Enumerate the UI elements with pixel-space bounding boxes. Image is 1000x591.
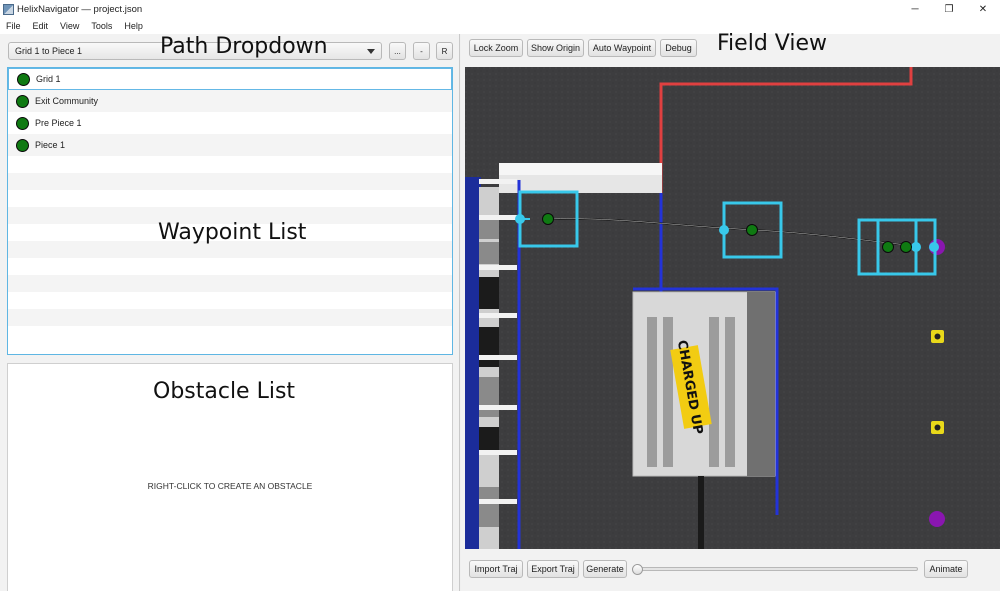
menu-bar: File Edit View Tools Help: [0, 18, 1000, 34]
waypoint-label: Pre Piece 1: [35, 118, 82, 128]
waypoint-list[interactable]: Grid 1 Exit Community Pre Piece 1 Piece …: [7, 67, 453, 355]
charge-station-side: [747, 292, 775, 476]
waypoint-label: Grid 1: [36, 74, 61, 84]
field-canvas[interactable]: CHARGED UP: [465, 67, 1000, 549]
menu-tools[interactable]: Tools: [91, 21, 112, 31]
waypoint-dot-icon: [16, 116, 29, 130]
cone-piece-center: [934, 424, 941, 431]
menu-help[interactable]: Help: [124, 21, 143, 31]
chevron-down-icon: [367, 49, 375, 54]
menu-edit[interactable]: Edit: [33, 21, 49, 31]
empty-row: [8, 275, 452, 292]
grid-slot: [479, 217, 499, 239]
left-pane: Grid 1 to Piece 1 ... - R Path Dropdown …: [0, 34, 460, 591]
obstacle-hint: RIGHT-CLICK TO CREATE AN OBSTACLE: [147, 481, 313, 491]
app-icon: [3, 3, 14, 15]
annotation-field-view: Field View: [717, 31, 827, 56]
maximize-button[interactable]: ❐: [932, 0, 966, 18]
heading-handle[interactable]: [719, 225, 729, 235]
grid-zone: [465, 177, 481, 549]
path-remove-button[interactable]: -: [413, 42, 430, 60]
cube-piece: [929, 511, 945, 527]
empty-row: [8, 173, 452, 190]
heading-handle[interactable]: [929, 242, 939, 252]
empty-row: [8, 156, 452, 173]
empty-row: [8, 292, 452, 309]
grid-slot: [479, 487, 499, 527]
field-view[interactable]: CHARGED UP: [465, 67, 1000, 549]
path-rename-button[interactable]: R: [436, 42, 453, 60]
menu-file[interactable]: File: [6, 21, 21, 31]
lock-zoom-button[interactable]: Lock Zoom: [469, 39, 523, 57]
title-bar: HelixNavigator — project.json ─ ❐ ✕: [0, 0, 1000, 18]
heading-handle[interactable]: [911, 242, 921, 252]
waypoint-dot-icon: [17, 72, 30, 86]
right-pane: Lock Zoom Show Origin Auto Waypoint Debu…: [461, 31, 1000, 591]
waypoint-item[interactable]: Exit Community: [8, 90, 452, 112]
debug-button[interactable]: Debug: [660, 39, 697, 57]
window-title: HelixNavigator — project.json: [17, 3, 143, 15]
barrier-top: [499, 163, 662, 175]
import-traj-button[interactable]: Import Traj: [469, 560, 523, 578]
empty-row: [8, 309, 452, 326]
animate-button[interactable]: Animate: [924, 560, 968, 578]
waypoint-item[interactable]: Piece 1: [8, 134, 452, 156]
empty-row: [8, 258, 452, 275]
annotation-waypoint-list: Waypoint List: [158, 220, 307, 245]
waypoint-item[interactable]: Grid 1: [8, 68, 452, 90]
menu-view[interactable]: View: [60, 21, 79, 31]
timeline-slider[interactable]: [632, 567, 918, 571]
path-dropdown-value: Grid 1 to Piece 1: [15, 46, 83, 56]
cone-piece-center: [934, 333, 941, 340]
show-origin-button[interactable]: Show Origin: [527, 39, 584, 57]
export-traj-button[interactable]: Export Traj: [527, 560, 579, 578]
grid-slot: [479, 277, 499, 309]
waypoint-dot-icon: [16, 138, 29, 152]
waypoint-marker[interactable]: [746, 224, 758, 236]
grid-slot: [479, 242, 499, 264]
minimize-button[interactable]: ─: [898, 0, 932, 18]
waypoint-label: Exit Community: [35, 96, 99, 106]
grid-slot: [479, 327, 499, 367]
heading-handle[interactable]: [515, 214, 525, 224]
generate-button[interactable]: Generate: [583, 560, 627, 578]
waypoint-marker[interactable]: [542, 213, 554, 225]
empty-row: [8, 190, 452, 207]
timeline-slider-thumb[interactable]: [632, 564, 643, 575]
window-controls: ─ ❐ ✕: [898, 0, 1000, 18]
waypoint-marker[interactable]: [900, 241, 912, 253]
auto-waypoint-button[interactable]: Auto Waypoint: [588, 39, 656, 57]
waypoint-marker[interactable]: [882, 241, 894, 253]
annotation-obstacle-list: Obstacle List: [153, 379, 296, 404]
close-button[interactable]: ✕: [966, 0, 1000, 18]
waypoint-label: Piece 1: [35, 140, 66, 150]
annotation-path-dropdown: Path Dropdown: [160, 34, 328, 59]
waypoint-dot-icon: [16, 94, 29, 108]
grid-slot: [479, 377, 499, 417]
path-more-button[interactable]: ...: [389, 42, 406, 60]
waypoint-item[interactable]: Pre Piece 1: [8, 112, 452, 134]
empty-row: [8, 326, 452, 343]
